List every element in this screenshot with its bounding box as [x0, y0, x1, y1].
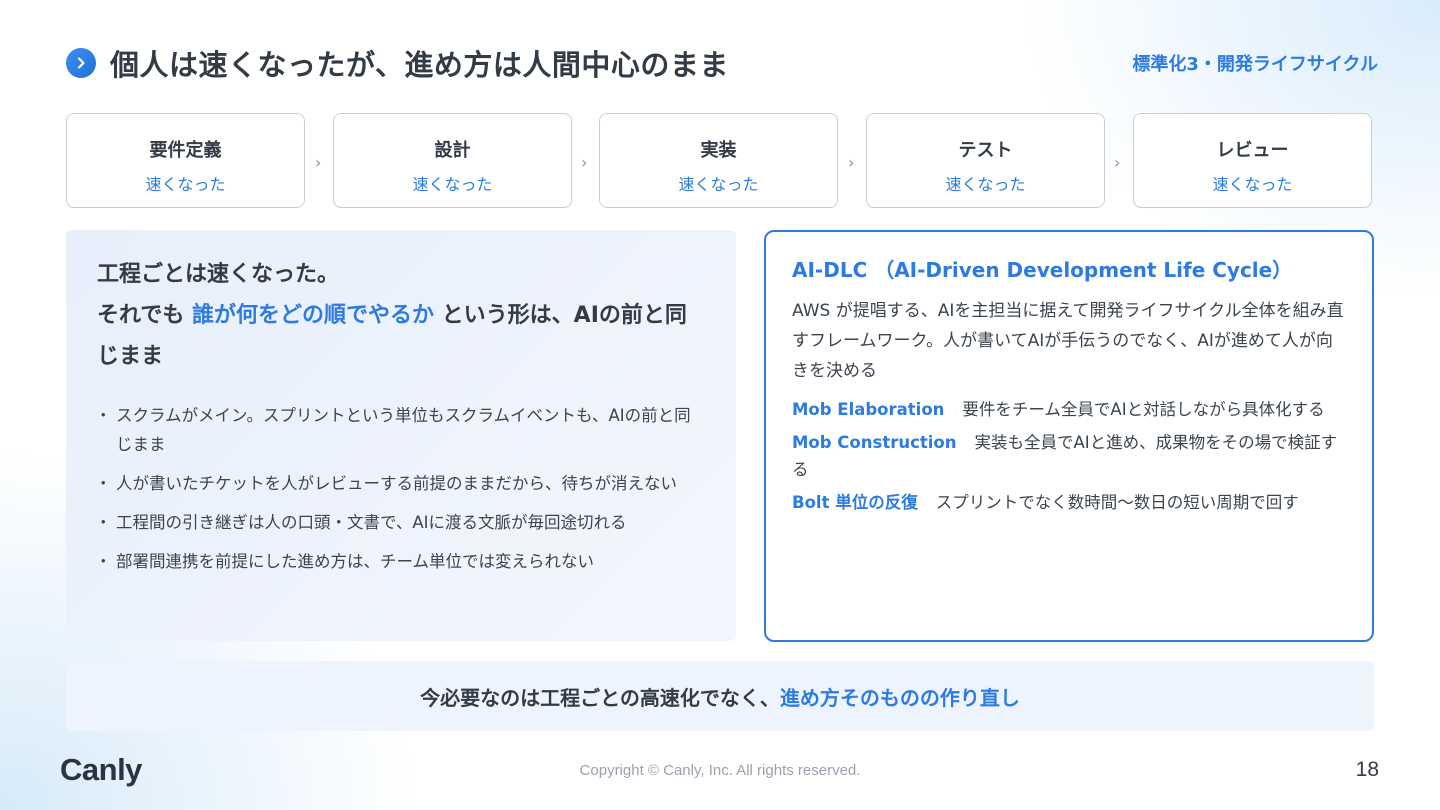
step-status: 速くなった	[412, 175, 493, 194]
step-name: テスト	[958, 140, 1013, 161]
process-step-test: テスト 速くなった	[866, 113, 1105, 208]
banner-prefix: 今必要なのは工程ごとの高速化でなく、	[420, 685, 780, 710]
problem-heading: 工程ごとは速くなった。 それでも 誰が何をどの順でやるか という形は、AIの前と…	[97, 254, 706, 377]
ai-dlc-term: Mob Construction	[792, 433, 957, 452]
ai-dlc-item: Mob Elaboration 要件をチーム全員でAIと対話しながら具体化する	[792, 396, 1346, 423]
ai-dlc-description: AWS が提唱する、AIを主担当に据えて開発ライフサイクル全体を組み直すフレーム…	[792, 301, 1344, 381]
heading-prefix: それでも	[97, 303, 192, 328]
problem-panel: 工程ごとは速くなった。 それでも 誰が何をどの順でやるか という形は、AIの前と…	[66, 230, 736, 641]
ai-dlc-title: AI-DLC （AI-Driven Development Life Cycle…	[792, 258, 1293, 282]
list-item: 人が書いたチケットを人がレビューする前提のままだから、待ちが消えない	[95, 469, 706, 498]
process-step-review: レビュー 速くなった	[1133, 113, 1372, 208]
problem-bullet-list: スクラムがメイン。スプリントという単位もスクラムイベントも、AIの前と同じまま …	[95, 401, 706, 576]
copyright-text: Copyright © Canly, Inc. All rights reser…	[579, 762, 861, 779]
chevron-right-icon: ›	[581, 153, 588, 172]
problem-heading-line2: それでも 誰が何をどの順でやるか という形は、AIの前と同じまま	[97, 295, 706, 377]
banner-highlight: 進め方そのものの作り直し	[779, 685, 1020, 710]
ai-dlc-panel: AI-DLC （AI-Driven Development Life Cycle…	[764, 230, 1374, 642]
ai-dlc-text: 要件をチーム全員でAIと対話しながら具体化する	[962, 400, 1325, 419]
chevron-right-icon: ›	[1114, 153, 1121, 172]
process-step-requirements: 要件定義 速くなった	[66, 113, 305, 208]
conclusion-banner: 今必要なのは工程ごとの高速化でなく、 進め方そのものの作り直し	[66, 661, 1374, 731]
step-status: 速くなった	[945, 175, 1026, 194]
problem-heading-line1: 工程ごとは速くなった。	[97, 262, 340, 287]
chevron-right-icon: ›	[848, 153, 855, 172]
ai-dlc-item: Bolt 単位の反復 スプリントでなく数時間〜数日の短い周期で回す	[792, 489, 1346, 516]
process-step-design: 設計 速くなった	[333, 113, 572, 208]
step-status: 速くなった	[1212, 175, 1293, 194]
ai-dlc-term: Mob Elaboration	[792, 400, 945, 419]
list-item: 部署間連携を前提にした進め方は、チーム単位では変えられない	[95, 547, 706, 576]
step-status: 速くなった	[145, 175, 226, 194]
step-name: 設計	[434, 140, 471, 161]
step-status: 速くなった	[678, 175, 759, 194]
section-tag: 標準化3・開発ライフサイクル	[1132, 54, 1378, 75]
list-item: スクラムがメイン。スプリントという単位もスクラムイベントも、AIの前と同じまま	[95, 401, 706, 459]
step-name: 実装	[700, 140, 737, 161]
process-step-implementation: 実装 速くなった	[599, 113, 838, 208]
chevron-right-icon: ›	[315, 153, 322, 172]
page-number: 18	[1355, 758, 1379, 781]
step-name: 要件定義	[149, 140, 222, 161]
step-name: レビュー	[1216, 140, 1289, 161]
page-title: 個人は速くなったが、進め方は人間中心のまま	[110, 48, 729, 82]
chevron-right-circle-icon	[66, 48, 96, 78]
heading-highlight: 誰が何をどの順でやるか	[192, 303, 435, 328]
ai-dlc-term: Bolt 単位の反復	[792, 493, 918, 512]
list-item: 工程間の引き継ぎは人の口頭・文書で、AIに渡る文脈が毎回途切れる	[95, 508, 706, 537]
ai-dlc-item: Mob Construction 実装も全員でAIと進め、成果物をその場で検証する	[792, 429, 1346, 483]
ai-dlc-text: スプリントでなく数時間〜数日の短い周期で回す	[935, 493, 1299, 512]
